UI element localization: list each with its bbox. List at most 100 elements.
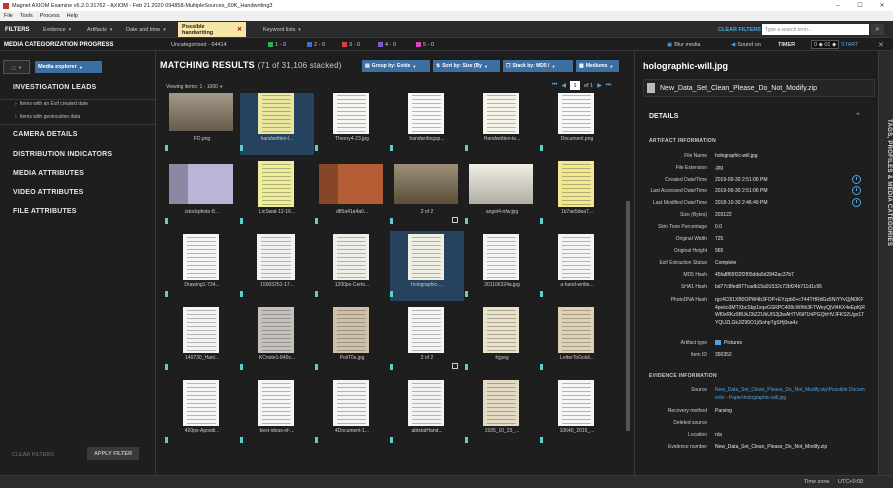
- next-page-icon[interactable]: ▶: [597, 82, 602, 89]
- keyword-lists-filter[interactable]: Keyword lists ▼: [263, 21, 302, 38]
- field-label: Original Width: [675, 236, 707, 242]
- close-window-button[interactable]: ✕: [871, 0, 893, 11]
- thumbnail-image: [558, 234, 594, 280]
- result-item[interactable]: 10640_2015_...: [540, 377, 614, 447]
- result-item[interactable]: 201106324a.jpg: [465, 231, 539, 301]
- category-2[interactable]: 2 - 0: [307, 38, 325, 51]
- window-title: Magnet AXIOM Examine v6.2.0.31762 - AXIO…: [12, 2, 273, 9]
- result-item[interactable]: 420px-Apostil...: [165, 377, 239, 447]
- category-3[interactable]: 3 - 0: [342, 38, 360, 51]
- result-item[interactable]: 1200px-Certo...: [315, 231, 389, 301]
- menu-process[interactable]: Process: [40, 13, 60, 19]
- result-item[interactable]: fcjpeg: [465, 304, 539, 374]
- lead-exif-date[interactable]: › Items with an Exif created date: [15, 101, 88, 107]
- result-item[interactable]: 1935_10_23_...: [465, 377, 539, 447]
- last-page-icon[interactable]: ⏭: [606, 82, 611, 89]
- result-item[interactable]: handwritten-l...: [240, 93, 314, 155]
- maximize-button[interactable]: ☐: [849, 0, 871, 11]
- clock-icon[interactable]: [852, 198, 861, 207]
- result-item-name: istockphoto-8...: [185, 209, 219, 215]
- file-attributes-heading[interactable]: FILE ATTRIBUTES: [13, 208, 77, 215]
- thumbnail-image: [333, 93, 369, 134]
- active-filter-chip[interactable]: Possible handwriting ✕: [178, 22, 246, 37]
- media-attributes-heading[interactable]: MEDIA ATTRIBUTES: [13, 170, 84, 177]
- result-item[interactable]: 4Document-1...: [315, 377, 389, 447]
- result-item[interactable]: istockphoto-8...: [165, 158, 239, 228]
- camera-details-heading[interactable]: CAMERA DETAILS: [13, 131, 78, 138]
- stack-by-dropdown[interactable]: ❐ Stack by: MD5 /▼: [503, 60, 573, 72]
- date-time-filter[interactable]: Date and time ▼: [126, 21, 167, 38]
- category-4[interactable]: 4 - 0: [378, 38, 396, 51]
- group-by-dropdown[interactable]: ▤ Group by: Evide ▼: [362, 60, 430, 72]
- result-item[interactable]: Drawing1-734...: [165, 231, 239, 301]
- close-icon[interactable]: ✕: [878, 38, 884, 51]
- search-input[interactable]: Type a search term...: [762, 24, 869, 35]
- menu-file[interactable]: File: [4, 13, 13, 19]
- thumbnail-size-dropdown[interactable]: ▦ Mediums ▼: [576, 60, 619, 72]
- category-1-label: 1 - 0: [275, 41, 287, 48]
- timer-input[interactable]: 0 ◆ 01 ◆: [811, 40, 840, 49]
- result-item[interactable]: handwritingsp...: [390, 93, 464, 155]
- result-item[interactable]: 1b7ae5dea7...: [540, 158, 614, 228]
- result-item[interactable]: Theory4-23.jpg: [315, 93, 389, 155]
- lead-geolocation[interactable]: › Items with geolocation data: [15, 114, 80, 120]
- thumbnail-frame: [168, 233, 234, 281]
- result-item[interactable]: FD.png: [165, 93, 239, 155]
- clear-filters-link[interactable]: CLEAR FILTERS: [12, 452, 54, 458]
- first-page-icon[interactable]: ⏮: [552, 82, 557, 89]
- prev-page-icon[interactable]: ◀: [561, 82, 566, 89]
- thumbnail-frame: [393, 379, 459, 427]
- search-icon[interactable]: ⌕: [871, 24, 884, 35]
- clear-filters-button[interactable]: CLEAR FILTERS: [718, 21, 761, 38]
- clock-icon[interactable]: [852, 175, 861, 184]
- result-item[interactable]: a-hand-writte...: [540, 231, 614, 301]
- stack-icon[interactable]: [452, 363, 458, 369]
- start-button[interactable]: START: [841, 38, 859, 51]
- category-5[interactable]: 5 - 0: [416, 38, 434, 51]
- artifacts-filter[interactable]: Artifacts ▼: [87, 21, 113, 38]
- menu-tools[interactable]: Tools: [20, 13, 33, 19]
- page-input[interactable]: 1: [570, 81, 581, 90]
- scrollbar[interactable]: [626, 201, 630, 431]
- stack-icon[interactable]: [452, 217, 458, 223]
- apply-filter-button[interactable]: APPLY FILTER: [87, 447, 139, 460]
- chevron-down-icon: ▼: [551, 63, 556, 69]
- result-item[interactable]: PoiiT0s.jpg: [315, 304, 389, 374]
- remove-filter-icon[interactable]: ✕: [237, 26, 242, 33]
- side-tab[interactable]: TAGS, PROFILES & MEDIA CATEGORIES: [878, 51, 893, 475]
- sort-by-dropdown[interactable]: ⇅ Sort by: Size (By ▼: [433, 60, 500, 72]
- result-item[interactable]: Document.png: [540, 93, 614, 155]
- thumbnail-image: [558, 380, 594, 426]
- result-item[interactable]: angel4-nfw.jpg: [465, 158, 539, 228]
- result-item[interactable]: abtstatHand...: [390, 377, 464, 447]
- clock-icon[interactable]: [852, 186, 861, 195]
- minimize-button[interactable]: –: [827, 0, 849, 11]
- video-attributes-heading[interactable]: VIDEO ATTRIBUTES: [13, 189, 83, 196]
- result-item[interactable]: LetterToGoldi...: [540, 304, 614, 374]
- field-value: 0.0: [715, 224, 722, 230]
- result-item[interactable]: holographic-...: [390, 231, 464, 301]
- result-item[interactable]: 2 of 2: [390, 304, 464, 374]
- result-item[interactable]: d85a41a4a0...: [315, 158, 389, 228]
- blur-media-toggle[interactable]: ▣ Blur media: [667, 38, 701, 51]
- thumbnail-frame: [393, 306, 459, 354]
- result-item[interactable]: Handwritten-le...: [465, 93, 539, 155]
- media-explorer-dropdown[interactable]: Media explorer ▼: [35, 61, 102, 73]
- result-item[interactable]: KCnote1-840x...: [240, 304, 314, 374]
- home-button[interactable]: ⌂ ▼: [3, 60, 30, 74]
- thumbnail-image: [558, 161, 594, 207]
- field-value[interactable]: New_Data_Set_Clean_Please_Do_Not_Modify.…: [715, 387, 865, 402]
- time-zone-value[interactable]: UTC+0:00: [838, 479, 863, 485]
- sound-toggle[interactable]: ◀ Sound on: [731, 38, 761, 51]
- result-item[interactable]: 140730_Hanl...: [165, 304, 239, 374]
- investigation-leads-heading[interactable]: INVESTIGATION LEADS: [13, 84, 96, 91]
- category-1[interactable]: 1 - 0: [268, 38, 286, 51]
- result-item[interactable]: LicSwat-12-16...: [240, 158, 314, 228]
- evidence-filter[interactable]: Evidence ▼: [43, 21, 72, 38]
- menu-help[interactable]: Help: [67, 13, 78, 19]
- viewing-items[interactable]: Viewing items: 1 - 1000 ▼: [166, 84, 223, 90]
- result-item[interactable]: best-ideas-of-...: [240, 377, 314, 447]
- result-item[interactable]: 15003251-17...: [240, 231, 314, 301]
- result-item[interactable]: 2 of 2: [390, 158, 464, 228]
- distribution-indicators-heading[interactable]: DISTRIBUTION INDICATORS: [13, 151, 112, 158]
